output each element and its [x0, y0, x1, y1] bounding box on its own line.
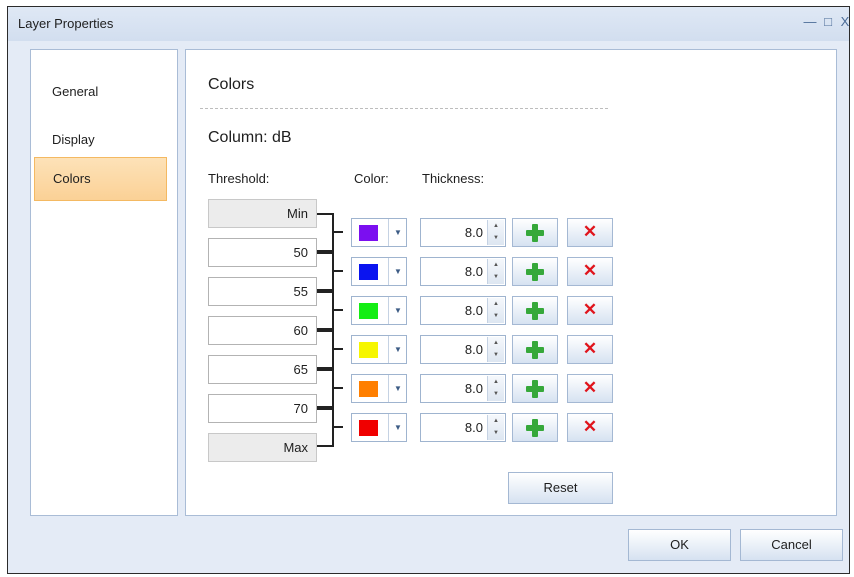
color-dropdown[interactable]: ▼ — [351, 374, 407, 403]
reset-button[interactable]: Reset — [508, 472, 613, 504]
add-row-button[interactable] — [512, 335, 558, 364]
thickness-value: 8.0 — [464, 225, 483, 240]
thickness-value: 8.0 — [464, 381, 483, 396]
close-icon[interactable]: X — [837, 14, 853, 29]
column-label: Column: dB — [208, 129, 292, 146]
sidebar: General Display Colors — [30, 49, 178, 516]
threshold-field[interactable]: 55 — [208, 277, 317, 306]
ok-button[interactable]: OK — [628, 529, 731, 561]
sidebar-item-colors[interactable]: Colors — [34, 157, 167, 201]
minimize-icon[interactable]: — — [802, 14, 818, 29]
color-swatch — [359, 264, 378, 280]
spin-arrows-icon[interactable]: ▲ ▼ — [487, 376, 504, 401]
add-row-button[interactable] — [512, 374, 558, 403]
thickness-stepper[interactable]: 8.0 ▲ ▼ — [420, 296, 506, 325]
spin-arrows-icon[interactable]: ▲ ▼ — [487, 298, 504, 323]
thickness-stepper[interactable]: 8.0 ▲ ▼ — [420, 257, 506, 286]
sidebar-item-general[interactable]: General — [31, 70, 177, 114]
delete-row-button[interactable]: ✕ — [567, 413, 613, 442]
plus-icon — [526, 419, 544, 437]
threshold-max: Max — [208, 433, 317, 462]
thickness-stepper[interactable]: 8.0 ▲ ▼ — [420, 413, 506, 442]
spin-arrows-icon[interactable]: ▲ ▼ — [487, 337, 504, 362]
threshold-field[interactable]: 50 — [208, 238, 317, 267]
thickness-value: 8.0 — [464, 420, 483, 435]
thickness-value: 8.0 — [464, 342, 483, 357]
range-connector — [334, 426, 343, 428]
chevron-down-icon[interactable]: ▼ — [388, 258, 407, 285]
delete-row-button[interactable]: ✕ — [567, 296, 613, 325]
color-dropdown[interactable]: ▼ — [351, 296, 407, 325]
delete-row-button[interactable]: ✕ — [567, 335, 613, 364]
delete-icon: ✕ — [582, 261, 598, 280]
plus-icon — [526, 302, 544, 320]
plus-icon — [526, 380, 544, 398]
add-row-button[interactable] — [512, 257, 558, 286]
chevron-down-icon[interactable]: ▼ — [388, 375, 407, 402]
range-bracket — [317, 213, 334, 252]
thickness-stepper[interactable]: 8.0 ▲ ▼ — [420, 374, 506, 403]
chevron-down-icon[interactable]: ▼ — [388, 219, 407, 246]
colors-panel: Colors Column: dB Threshold: Color: Thic… — [185, 49, 837, 516]
color-swatch — [359, 303, 378, 319]
threshold-header: Threshold: — [208, 171, 270, 186]
spin-arrows-icon[interactable]: ▲ ▼ — [487, 415, 504, 440]
add-row-button[interactable] — [512, 413, 558, 442]
delete-row-button[interactable]: ✕ — [567, 257, 613, 286]
color-dropdown[interactable]: ▼ — [351, 218, 407, 247]
delete-icon: ✕ — [582, 339, 598, 358]
thickness-stepper[interactable]: 8.0 ▲ ▼ — [420, 335, 506, 364]
range-bracket — [317, 408, 334, 447]
threshold-field[interactable]: 70 — [208, 394, 317, 423]
range-bracket — [317, 330, 334, 369]
thickness-header: Thickness: — [422, 171, 485, 186]
delete-icon: ✕ — [582, 417, 598, 436]
range-connector — [334, 309, 343, 311]
range-bracket — [317, 252, 334, 291]
spin-arrows-icon[interactable]: ▲ ▼ — [487, 259, 504, 284]
divider — [200, 108, 608, 109]
chevron-down-icon[interactable]: ▼ — [388, 297, 407, 324]
chevron-down-icon[interactable]: ▼ — [388, 414, 407, 441]
color-dropdown[interactable]: ▼ — [351, 335, 407, 364]
color-swatch — [359, 420, 378, 436]
range-bracket — [317, 291, 334, 330]
thickness-value: 8.0 — [464, 264, 483, 279]
threshold-min: Min — [208, 199, 317, 228]
delete-icon: ✕ — [582, 378, 598, 397]
threshold-field[interactable]: 65 — [208, 355, 317, 384]
sidebar-item-display[interactable]: Display — [31, 118, 177, 162]
thickness-value: 8.0 — [464, 303, 483, 318]
plus-icon — [526, 224, 544, 242]
delete-icon: ✕ — [582, 222, 598, 241]
delete-row-button[interactable]: ✕ — [567, 374, 613, 403]
plus-icon — [526, 341, 544, 359]
color-swatch — [359, 342, 378, 358]
range-bracket — [317, 369, 334, 408]
thickness-stepper[interactable]: 8.0 ▲ ▼ — [420, 218, 506, 247]
delete-icon: ✕ — [582, 300, 598, 319]
spin-arrows-icon[interactable]: ▲ ▼ — [487, 220, 504, 245]
color-dropdown[interactable]: ▼ — [351, 257, 407, 286]
color-swatch — [359, 225, 378, 241]
delete-row-button[interactable]: ✕ — [567, 218, 613, 247]
plus-icon — [526, 263, 544, 281]
color-header: Color: — [354, 171, 389, 186]
color-swatch — [359, 381, 378, 397]
range-connector — [334, 387, 343, 389]
maximize-icon[interactable]: □ — [820, 14, 836, 29]
window-title: Layer Properties — [18, 16, 114, 31]
range-connector — [334, 231, 343, 233]
color-dropdown[interactable]: ▼ — [351, 413, 407, 442]
title-bar: Layer Properties — □ X — [8, 7, 849, 41]
page-title: Colors — [208, 76, 255, 93]
add-row-button[interactable] — [512, 218, 558, 247]
chevron-down-icon[interactable]: ▼ — [388, 336, 407, 363]
layer-properties-window: Layer Properties — □ X General Display C… — [7, 6, 850, 574]
range-connector — [334, 270, 343, 272]
cancel-button[interactable]: Cancel — [740, 529, 843, 561]
range-connector — [334, 348, 343, 350]
add-row-button[interactable] — [512, 296, 558, 325]
threshold-field[interactable]: 60 — [208, 316, 317, 345]
